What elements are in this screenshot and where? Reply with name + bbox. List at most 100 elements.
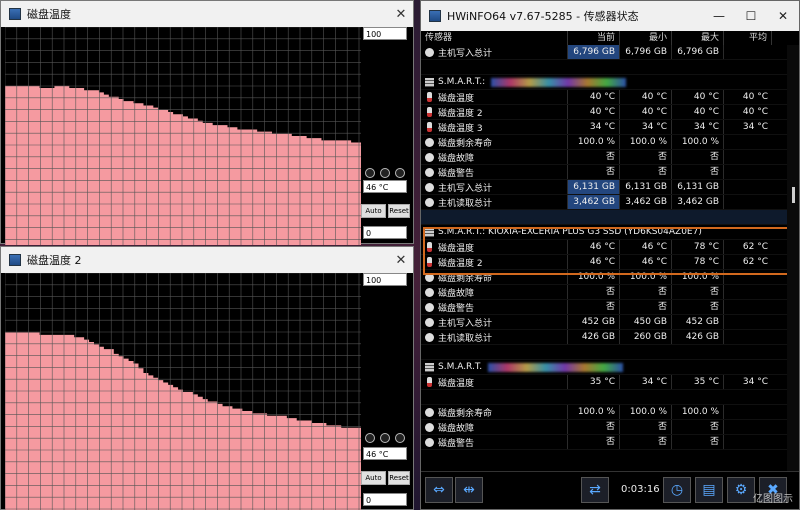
min-value: 3,462 GB [620, 195, 672, 209]
min-value: 否 [620, 150, 672, 164]
reset-button[interactable]: Reset [388, 471, 410, 485]
sensor-dot-icon [425, 287, 434, 297]
sensor-row[interactable]: 主机写入总计 452 GB 450 GB 452 GB [421, 315, 787, 330]
current-value: 否 [568, 150, 620, 164]
graph-1-max-value[interactable]: 100 [363, 27, 407, 40]
sensor-status-window[interactable]: HWiNFO64 v7.67-5285 - 传感器状态 — ☐ ✕ 传感器 当前… [420, 0, 800, 510]
network-icon[interactable]: ⇄ [581, 477, 609, 503]
graph-window-1-titlebar[interactable]: 磁盘温度 ✕ [1, 1, 413, 27]
minimize-icon[interactable]: — [703, 9, 735, 23]
sensor-row[interactable]: 主机读取总计 426 GB 260 GB 426 GB [421, 330, 787, 345]
maximize-icon[interactable]: ☐ [735, 9, 767, 23]
column-header-min[interactable]: 最小 [620, 31, 672, 45]
clock-icon[interactable]: ◷ [663, 477, 691, 503]
sensor-row[interactable]: 磁盘温度 40 °C 40 °C 40 °C 40 °C [421, 90, 787, 105]
sensor-group-header[interactable]: S.M.A.R.T.: [421, 75, 787, 90]
max-value: 452 GB [672, 315, 724, 329]
group-label: S.M.A.R.T. [438, 362, 483, 372]
settings-gear-icon[interactable]: ⚙ [727, 477, 755, 503]
blank-row[interactable] [421, 345, 787, 360]
sensor-row[interactable]: 磁盘故障否否否 [421, 285, 787, 300]
sensor-label: 磁盘警告 [438, 168, 475, 179]
expand-arrows-icon[interactable]: ⇔ [425, 477, 453, 503]
close-icon[interactable]: ✕ [389, 7, 413, 22]
radio-option-3[interactable] [395, 168, 405, 178]
sensor-row[interactable]: 磁盘警告否否否 [421, 165, 787, 180]
radio-option-3[interactable] [395, 433, 405, 443]
auto-fit-button[interactable]: Auto Fit [361, 471, 386, 495]
sensor-row[interactable]: 磁盘警告否否否 [421, 300, 787, 315]
graph-2-min-value[interactable]: 0 [363, 493, 407, 506]
sensor-row[interactable]: 磁盘温度 2 40 °C 40 °C 40 °C 40 °C [421, 105, 787, 120]
hwinfo-app-icon [9, 254, 21, 266]
reset-button[interactable]: Reset [388, 204, 410, 218]
thermometer-icon [427, 107, 432, 117]
sensor-row[interactable]: 磁盘剩余寿命 100.0 % 100.0 % 100.0 % [421, 405, 787, 420]
blank-row[interactable] [421, 390, 787, 405]
sensor-dot-icon [425, 47, 434, 57]
avg-value: 40 °C [742, 107, 768, 117]
min-value: 40 °C [620, 90, 672, 104]
graph-2-max-value[interactable]: 100 [363, 273, 407, 286]
log-file-icon[interactable]: ▤ [695, 477, 723, 503]
sensor-row[interactable]: 主机写入总计 6,131 GB 6,131 GB 6,131 GB [421, 180, 787, 195]
min-value: 100.0 % [620, 405, 672, 419]
column-header-current[interactable]: 当前 [568, 31, 620, 45]
avg-value [724, 435, 772, 449]
avg-value [724, 45, 772, 59]
graph-window-1[interactable]: 磁盘温度 ✕ 100 46 °C Auto Fit Reset 0 [0, 0, 414, 245]
sensor-dot-icon [425, 332, 434, 342]
column-header-sensor[interactable]: 传感器 [421, 31, 568, 45]
sensor-window-titlebar[interactable]: HWiNFO64 v7.67-5285 - 传感器状态 — ☐ ✕ [421, 1, 799, 31]
sensor-label: 主机读取总计 [438, 333, 493, 344]
scrollbar[interactable] [787, 45, 799, 471]
sensor-row[interactable]: 主机写入总计 6,796 GB 6,796 GB 6,796 GB [421, 45, 787, 60]
avg-value: 34 °C [742, 122, 768, 132]
max-value: 3,462 GB [672, 195, 724, 209]
sensor-label: 磁盘故障 [438, 423, 475, 434]
collapse-arrows-icon[interactable]: ⇹ [455, 477, 483, 503]
avg-value [724, 285, 772, 299]
current-value: 否 [568, 420, 620, 434]
sensor-window-title: HWiNFO64 v7.67-5285 - 传感器状态 [447, 10, 639, 23]
min-value: 34 °C [620, 375, 672, 389]
sensor-row[interactable]: 磁盘剩余寿命 100.0 % 100.0 % 100.0 % [421, 135, 787, 150]
close-icon[interactable]: ✕ [389, 253, 413, 268]
current-value: 40 °C [568, 90, 620, 104]
current-value: 3,462 GB [568, 195, 620, 209]
sensor-dot-icon [425, 167, 434, 177]
sensor-row[interactable]: 磁盘警告否否否 [421, 435, 787, 450]
sensor-row[interactable]: 磁盘温度 3 34 °C 34 °C 34 °C 34 °C [421, 120, 787, 135]
graph-1-min-value[interactable]: 0 [363, 226, 407, 239]
avg-value [724, 420, 772, 434]
sensor-label: 主机写入总计 [438, 183, 493, 194]
column-header-max[interactable]: 最大 [672, 31, 724, 45]
scrollbar-thumb[interactable] [792, 187, 795, 203]
max-value: 40 °C [672, 105, 724, 119]
radio-option-2[interactable] [380, 433, 390, 443]
avg-value [724, 165, 772, 179]
radio-option-2[interactable] [380, 168, 390, 178]
sensor-label: 磁盘温度 [438, 93, 475, 104]
sensor-label: 磁盘剩余寿命 [438, 408, 493, 419]
avg-value: 34 °C [742, 377, 768, 387]
avg-value [724, 180, 772, 194]
graph-window-2[interactable]: 磁盘温度 2 ✕ 100 46 °C Auto Fit Reset 0 [0, 246, 414, 510]
sensor-row[interactable]: 磁盘温度 35 °C 34 °C 35 °C 34 °C [421, 375, 787, 390]
sensor-row[interactable]: 磁盘故障否否否 [421, 420, 787, 435]
blank-row[interactable] [421, 210, 787, 225]
blank-row[interactable] [421, 60, 787, 75]
group-label: S.M.A.R.T.: [438, 77, 486, 87]
sensor-row[interactable]: 主机读取总计 3,462 GB 3,462 GB 3,462 GB [421, 195, 787, 210]
graph-window-2-titlebar[interactable]: 磁盘温度 2 ✕ [1, 247, 413, 273]
current-value: 6,131 GB [568, 180, 620, 194]
sensor-row[interactable]: 磁盘故障否否否 [421, 150, 787, 165]
temperature-fill-area [5, 332, 361, 510]
sensor-group-header[interactable]: S.M.A.R.T. [421, 360, 787, 375]
column-header-average[interactable]: 平均 [724, 31, 772, 45]
auto-fit-button[interactable]: Auto Fit [361, 204, 386, 228]
radio-option-1[interactable] [365, 433, 375, 443]
radio-option-1[interactable] [365, 168, 375, 178]
close-icon[interactable]: ✕ [767, 9, 799, 23]
max-value: 35 °C [672, 375, 724, 389]
